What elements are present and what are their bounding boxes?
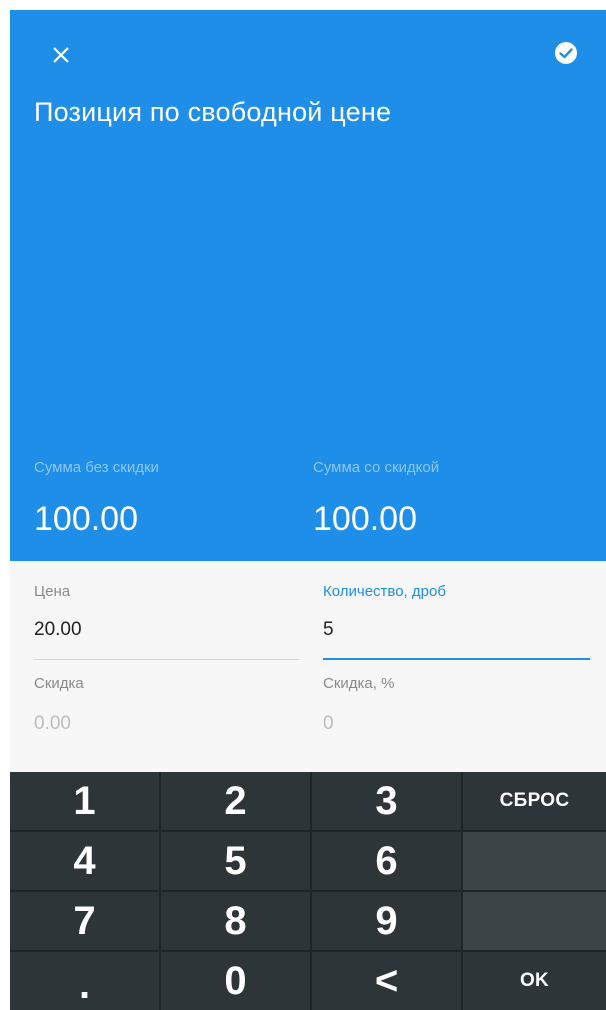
key-7[interactable]: 7 [10, 892, 159, 950]
discount-label: Скидка [34, 675, 84, 692]
key-8[interactable]: 8 [161, 892, 310, 950]
screen: Позиция по свободной цене Сумма без скид… [10, 10, 606, 1010]
sum-with-discount-value: 100.00 [313, 500, 417, 538]
sum-without-discount-value: 100.00 [34, 500, 138, 538]
key-9[interactable]: 9 [312, 892, 461, 950]
discount-percent-label: Скидка, % [323, 675, 395, 692]
key-5[interactable]: 5 [161, 832, 310, 890]
header: Позиция по свободной цене Сумма без скид… [10, 10, 606, 561]
confirm-button[interactable] [554, 41, 578, 65]
blank-key [463, 892, 606, 950]
numeric-keypad: 1 2 3 СБРОС 4 5 6 7 8 9 . 0 < OK [10, 772, 606, 1010]
discount-input[interactable]: 0.00 [34, 713, 71, 735]
blank-key [463, 832, 606, 890]
quantity-input[interactable]: 5 [323, 619, 334, 641]
key-2[interactable]: 2 [161, 772, 310, 830]
ok-button[interactable]: OK [463, 952, 606, 1010]
key-4[interactable]: 4 [10, 832, 159, 890]
price-label: Цена [34, 583, 71, 600]
key-3[interactable]: 3 [312, 772, 461, 830]
discount-percent-input[interactable]: 0 [323, 713, 334, 735]
sum-with-discount-label: Сумма со скидкой [313, 459, 440, 476]
price-input[interactable]: 20.00 [34, 619, 82, 641]
check-circle-icon [555, 42, 577, 64]
key-decimal-point[interactable]: . [10, 952, 159, 1010]
key-6[interactable]: 6 [312, 832, 461, 890]
price-underline [34, 659, 299, 660]
close-button[interactable] [48, 42, 74, 68]
item-form: Цена 20.00 Количество, дроб 5 Скидка 0.0… [10, 561, 606, 772]
close-icon [53, 47, 69, 63]
sum-without-discount-label: Сумма без скидки [34, 459, 159, 476]
reset-button[interactable]: СБРОС [463, 772, 606, 830]
page-title: Позиция по свободной цене [34, 97, 392, 127]
quantity-label: Количество, дроб [323, 583, 446, 600]
key-1[interactable]: 1 [10, 772, 159, 830]
backspace-button[interactable]: < [312, 952, 461, 1010]
quantity-underline [323, 658, 590, 660]
key-0[interactable]: 0 [161, 952, 310, 1010]
